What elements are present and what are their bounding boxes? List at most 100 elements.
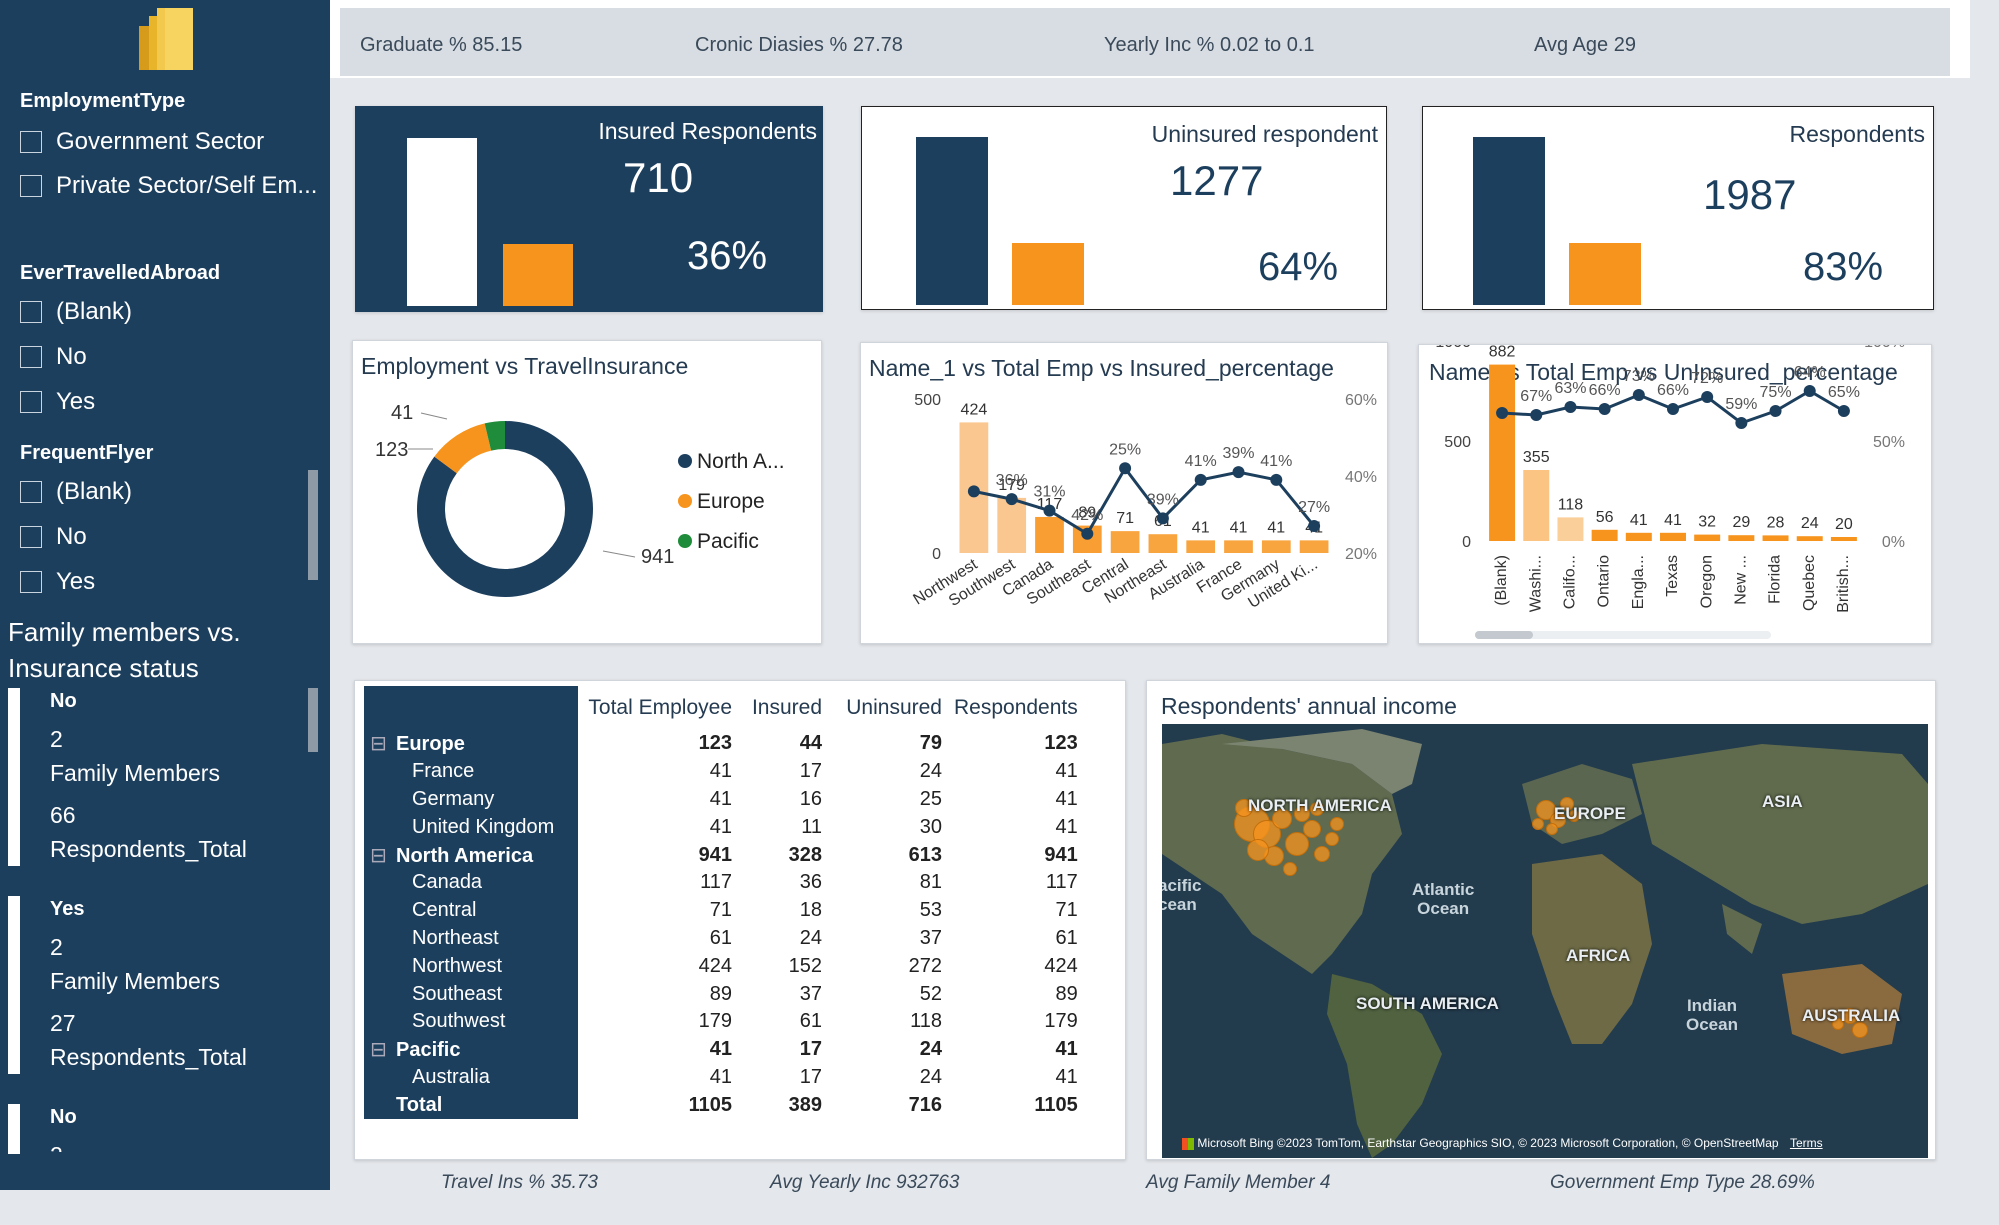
- x-tick-label: New ...: [1732, 555, 1749, 605]
- checkbox-icon[interactable]: [20, 391, 42, 413]
- row-label: ⊟ North America: [364, 841, 578, 869]
- col-header-total-employee[interactable]: Total Employee: [578, 686, 738, 730]
- matrix-header-row: Total Employee Insured Uninsured Respond…: [364, 686, 1084, 730]
- table-row[interactable]: Southeast 89 37 52 89: [364, 980, 1084, 1008]
- slicer-option-private-sector[interactable]: Private Sector/Self Em...: [20, 172, 317, 200]
- income-bubble[interactable]: [1325, 832, 1339, 846]
- bar-value-label: 41: [1664, 512, 1682, 529]
- family-members-title-line2: Insurance status: [8, 653, 199, 683]
- line-point: [1769, 405, 1782, 417]
- table-row[interactable]: Central 71 18 53 71: [364, 896, 1084, 925]
- terms-link[interactable]: Terms: [1790, 1136, 1823, 1150]
- row-label-text: Southwest: [412, 1010, 506, 1033]
- table-row[interactable]: Total 1105 389 716 1105: [364, 1091, 1084, 1120]
- col-header-uninsured[interactable]: Uninsured: [828, 686, 948, 730]
- table-cell: 272: [908, 954, 942, 977]
- family-card-yes[interactable]: Yes 2 Family Members 27 Respondents_Tota…: [8, 896, 308, 1074]
- checkbox-icon[interactable]: [20, 301, 42, 323]
- frequent-flyer-slicer-title: FrequentFlyer: [20, 442, 154, 464]
- table-cell: 17: [799, 1038, 822, 1061]
- respondents-count: 1987: [1703, 171, 1797, 218]
- line-point: [1598, 403, 1611, 415]
- insured-percentage-combo-chart[interactable]: Name_1 vs Total Emp vs Insured_percentag…: [860, 342, 1388, 644]
- insured-respondents-card[interactable]: Insured Respondents 710 36%: [355, 106, 823, 312]
- table-cell: 52: [919, 982, 942, 1005]
- checkbox-icon[interactable]: [20, 131, 42, 153]
- bar-8: [1224, 540, 1253, 553]
- table-row[interactable]: Australia 41 17 24 41: [364, 1063, 1084, 1092]
- insured-count: 710: [623, 154, 694, 201]
- income-bubble[interactable]: [1314, 846, 1330, 862]
- x-tick-label: Engla...: [1630, 555, 1647, 609]
- table-row[interactable]: Southwest 179 61 118 179: [364, 1007, 1084, 1036]
- table-row[interactable]: Northeast 61 24 37 61: [364, 924, 1084, 953]
- table-row[interactable]: ⊟ Europe 123 44 79 123: [364, 730, 1084, 758]
- respondents-bar-fill: [1569, 243, 1641, 305]
- bar-1: [1489, 364, 1516, 541]
- line-point: [1043, 504, 1056, 517]
- collapse-icon[interactable]: ⊟: [370, 843, 396, 868]
- income-bubble[interactable]: [1247, 839, 1269, 861]
- legend-label: North A...: [697, 450, 785, 473]
- slicer-option-yes[interactable]: Yes: [20, 568, 95, 596]
- income-bubble[interactable]: [1283, 862, 1297, 876]
- table-cell: 89: [709, 982, 732, 1005]
- income-bubble[interactable]: [1532, 818, 1544, 830]
- checkbox-icon[interactable]: [20, 481, 42, 503]
- checkbox-icon[interactable]: [20, 526, 42, 548]
- table-row[interactable]: ⊟ Pacific 41 17 24 41: [364, 1035, 1084, 1064]
- income-bubble[interactable]: [1546, 823, 1558, 835]
- checkbox-icon[interactable]: [20, 571, 42, 593]
- col-header-insured[interactable]: Insured: [738, 686, 828, 730]
- slicer-option-no[interactable]: No: [20, 523, 87, 551]
- slicer-option-blank[interactable]: (Blank): [20, 478, 132, 506]
- family-card-no[interactable]: No 2 Family Members 66 Respondents_Total: [8, 688, 308, 866]
- card-status: No: [50, 690, 77, 712]
- table-cell: 25: [919, 787, 942, 810]
- y-tick-label: 500: [1444, 434, 1471, 451]
- respondents-percent: 83%: [1803, 245, 1884, 289]
- employment-vs-travelinsurance-chart[interactable]: Employment vs TravelInsurance 941 123 41 No…: [352, 340, 822, 644]
- table-cell: 179: [1044, 1010, 1078, 1033]
- table-row[interactable]: United Kingdom 41 11 30 41: [364, 813, 1084, 842]
- collapse-icon[interactable]: ⊟: [370, 731, 396, 756]
- slicer-option-government-sector[interactable]: Government Sector: [20, 128, 264, 156]
- income-bubble[interactable]: [1330, 817, 1344, 831]
- card-scrollbar[interactable]: [308, 688, 318, 752]
- respondents-card[interactable]: Respondents 1987 83%: [1422, 106, 1934, 310]
- footer-avg-family: Avg Family Member 4: [1146, 1172, 1331, 1193]
- bar-10: [1299, 540, 1329, 553]
- table-cell: 41: [709, 1038, 732, 1061]
- table-row[interactable]: Canada 117 36 81 117: [364, 868, 1084, 897]
- line-point: [1803, 385, 1816, 397]
- checkbox-icon[interactable]: [20, 346, 42, 368]
- world-map[interactable]: NORTH AMERICA EUROPE ASIA AFRICA SOUTH A…: [1162, 724, 1928, 1158]
- table-row[interactable]: France 41 17 24 41: [364, 757, 1084, 786]
- collapse-icon[interactable]: ⊟: [370, 1037, 396, 1062]
- slicer-option-blank[interactable]: (Blank): [20, 298, 132, 326]
- uninsured-respondent-card[interactable]: Uninsured respondent 1277 64%: [861, 106, 1387, 310]
- y2-tick-label: 50%: [1873, 434, 1905, 451]
- bar-8: [1728, 535, 1755, 541]
- checkbox-icon[interactable]: [20, 175, 42, 197]
- slicer-option-no[interactable]: No: [20, 343, 87, 371]
- card-members-label: Family Members: [50, 760, 220, 786]
- slicer-option-yes[interactable]: Yes: [20, 388, 95, 416]
- uninsured-percentage-combo-chart[interactable]: Name vs Total Emp vs UnInsured_percentag…: [1418, 344, 1932, 644]
- row-label: Northeast: [364, 924, 578, 953]
- table-row[interactable]: Germany 41 16 25 41: [364, 785, 1084, 814]
- donut-value-label: 941: [641, 546, 674, 568]
- kpi-yearly-inc: Yearly Inc % 0.02 to 0.1: [1104, 34, 1315, 56]
- slicer-scrollbar[interactable]: [308, 470, 318, 580]
- table-row[interactable]: Northwest 424 152 272 424: [364, 952, 1084, 981]
- row-label-text: Central: [412, 899, 477, 922]
- uninsured-bar-total: [916, 137, 988, 305]
- row-label: Southeast: [364, 980, 578, 1008]
- card-total-label: Respondents_Total: [50, 836, 247, 862]
- table-row[interactable]: ⊟ North America 941 328 613 941: [364, 841, 1084, 869]
- income-bubble[interactable]: [1303, 820, 1321, 838]
- attribution-text[interactable]: ©2023 TomTom, Earthstar Geographics SIO,…: [1277, 1136, 1779, 1150]
- family-card-no-partial[interactable]: No 2: [8, 1104, 308, 1190]
- col-header-respondents[interactable]: Respondents: [948, 686, 1084, 730]
- bar-5: [1625, 532, 1652, 541]
